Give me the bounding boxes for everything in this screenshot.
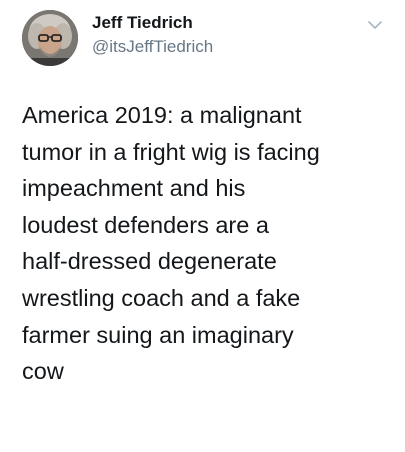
display-name[interactable]: Jeff Tiedrich (92, 13, 213, 33)
user-handle[interactable]: @itsJeffTiedrich (92, 37, 213, 57)
author-names: Jeff Tiedrich @itsJeffTiedrich (92, 13, 213, 57)
tweet-card: Jeff Tiedrich @itsJeffTiedrich America 2… (0, 0, 405, 452)
avatar[interactable] (22, 10, 78, 66)
chevron-down-icon[interactable] (367, 18, 383, 30)
tweet-header: Jeff Tiedrich @itsJeffTiedrich (22, 10, 391, 66)
avatar-photo (22, 10, 78, 66)
tweet-text: America 2019: a malignant tumor in a fri… (22, 102, 320, 385)
